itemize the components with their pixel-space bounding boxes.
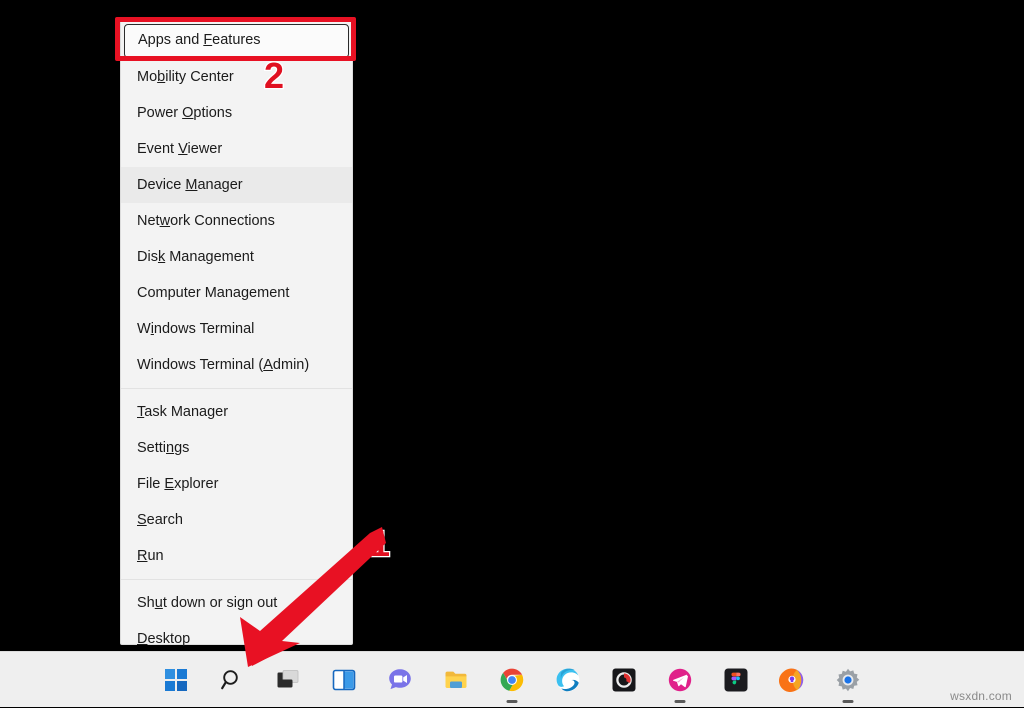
search-icon <box>220 668 244 692</box>
menu-item-label: Run <box>137 548 164 564</box>
taskbar-file-explorer-icon[interactable] <box>436 660 476 700</box>
taskbar-chrome-icon[interactable] <box>492 660 532 703</box>
menu-item-label: Settings <box>137 440 190 456</box>
menu-item-label: Computer Management <box>137 285 290 301</box>
menu-item-label: Shut down or sign out <box>137 595 278 611</box>
taskbar-icon-group <box>0 652 1024 708</box>
menu-item-apps-and-features[interactable]: Apps and Features <box>124 24 349 58</box>
menu-item-label: Device Manager <box>137 177 243 193</box>
menu-item-file-explorer[interactable]: File Explorer <box>121 466 352 502</box>
menu-item-settings[interactable]: Settings <box>121 430 352 466</box>
menu-item-network-connections[interactable]: Network Connections <box>121 203 352 239</box>
settings-gear-icon <box>835 667 861 693</box>
taskbar-task-view-icon[interactable] <box>268 660 308 700</box>
opera-icon <box>779 667 805 693</box>
figma-icon <box>723 667 749 693</box>
menu-item-label: Apps and Features <box>138 32 261 48</box>
menu-item-power-options[interactable]: Power Options <box>121 95 352 131</box>
winx-power-user-menu[interactable]: Apps and Features Mobility Center Power Op… <box>120 18 353 647</box>
chrome-icon <box>499 667 525 693</box>
menu-item-label: Windows Terminal (Admin) <box>137 357 310 373</box>
menu-item-label: Windows Terminal <box>137 321 255 337</box>
taskbar-edge-icon[interactable] <box>548 660 588 700</box>
watermark: wsxdn.com <box>950 689 1012 703</box>
taskbar <box>0 651 1024 707</box>
menu-item-label: Mobility Center <box>137 69 234 85</box>
menu-item-task-manager[interactable]: Task Manager <box>121 394 352 430</box>
menu-item-run[interactable]: Run <box>121 538 352 574</box>
menu-item-windows-terminal-admin[interactable]: Windows Terminal (Admin) <box>121 347 352 383</box>
menu-item-computer-management[interactable]: Computer Management <box>121 275 352 311</box>
menu-item-mobility-center[interactable]: Mobility Center <box>121 59 352 95</box>
menu-separator <box>121 388 352 389</box>
menu-item-shut-down-or-sign-out[interactable]: Shut down or sign out <box>121 585 352 621</box>
chat-icon <box>387 667 413 693</box>
menu-item-label: Task Manager <box>137 404 229 420</box>
taskbar-widgets-icon[interactable] <box>324 660 364 700</box>
taskbar-chat-icon[interactable] <box>380 660 420 700</box>
edge-icon <box>555 667 581 693</box>
taskbar-telegram-icon[interactable] <box>660 660 700 703</box>
telegram-icon <box>667 667 693 693</box>
menu-item-label: Power Options <box>137 105 233 121</box>
running-indicator <box>506 700 518 703</box>
menu-item-label: Search <box>137 512 183 528</box>
widgets-icon <box>332 668 356 692</box>
running-indicator <box>674 700 686 703</box>
menu-item-label: Desktop <box>137 631 191 647</box>
menu-item-windows-terminal[interactable]: Windows Terminal <box>121 311 352 347</box>
menu-item-disk-management[interactable]: Disk Management <box>121 239 352 275</box>
taskbar-settings-gear-icon[interactable] <box>828 660 868 703</box>
menu-separator <box>121 579 352 580</box>
taskbar-dark-app-icon[interactable] <box>604 660 644 700</box>
menu-item-device-manager[interactable]: Device Manager <box>121 167 352 203</box>
taskbar-windows-start-icon[interactable] <box>156 660 196 700</box>
menu-item-label: Event Viewer <box>137 141 223 157</box>
taskbar-figma-icon[interactable] <box>716 660 756 700</box>
task-view-icon <box>276 668 300 692</box>
running-indicator <box>842 700 854 703</box>
taskbar-search-icon[interactable] <box>212 660 252 700</box>
windows-start-icon <box>164 668 188 692</box>
menu-item-label: File Explorer <box>137 476 219 492</box>
file-explorer-icon <box>443 667 469 693</box>
menu-item-event-viewer[interactable]: Event Viewer <box>121 131 352 167</box>
dark-app-icon <box>611 667 637 693</box>
menu-item-label: Network Connections <box>137 213 275 229</box>
menu-item-search[interactable]: Search <box>121 502 352 538</box>
taskbar-opera-icon[interactable] <box>772 660 812 700</box>
menu-item-label: Disk Management <box>137 249 254 265</box>
